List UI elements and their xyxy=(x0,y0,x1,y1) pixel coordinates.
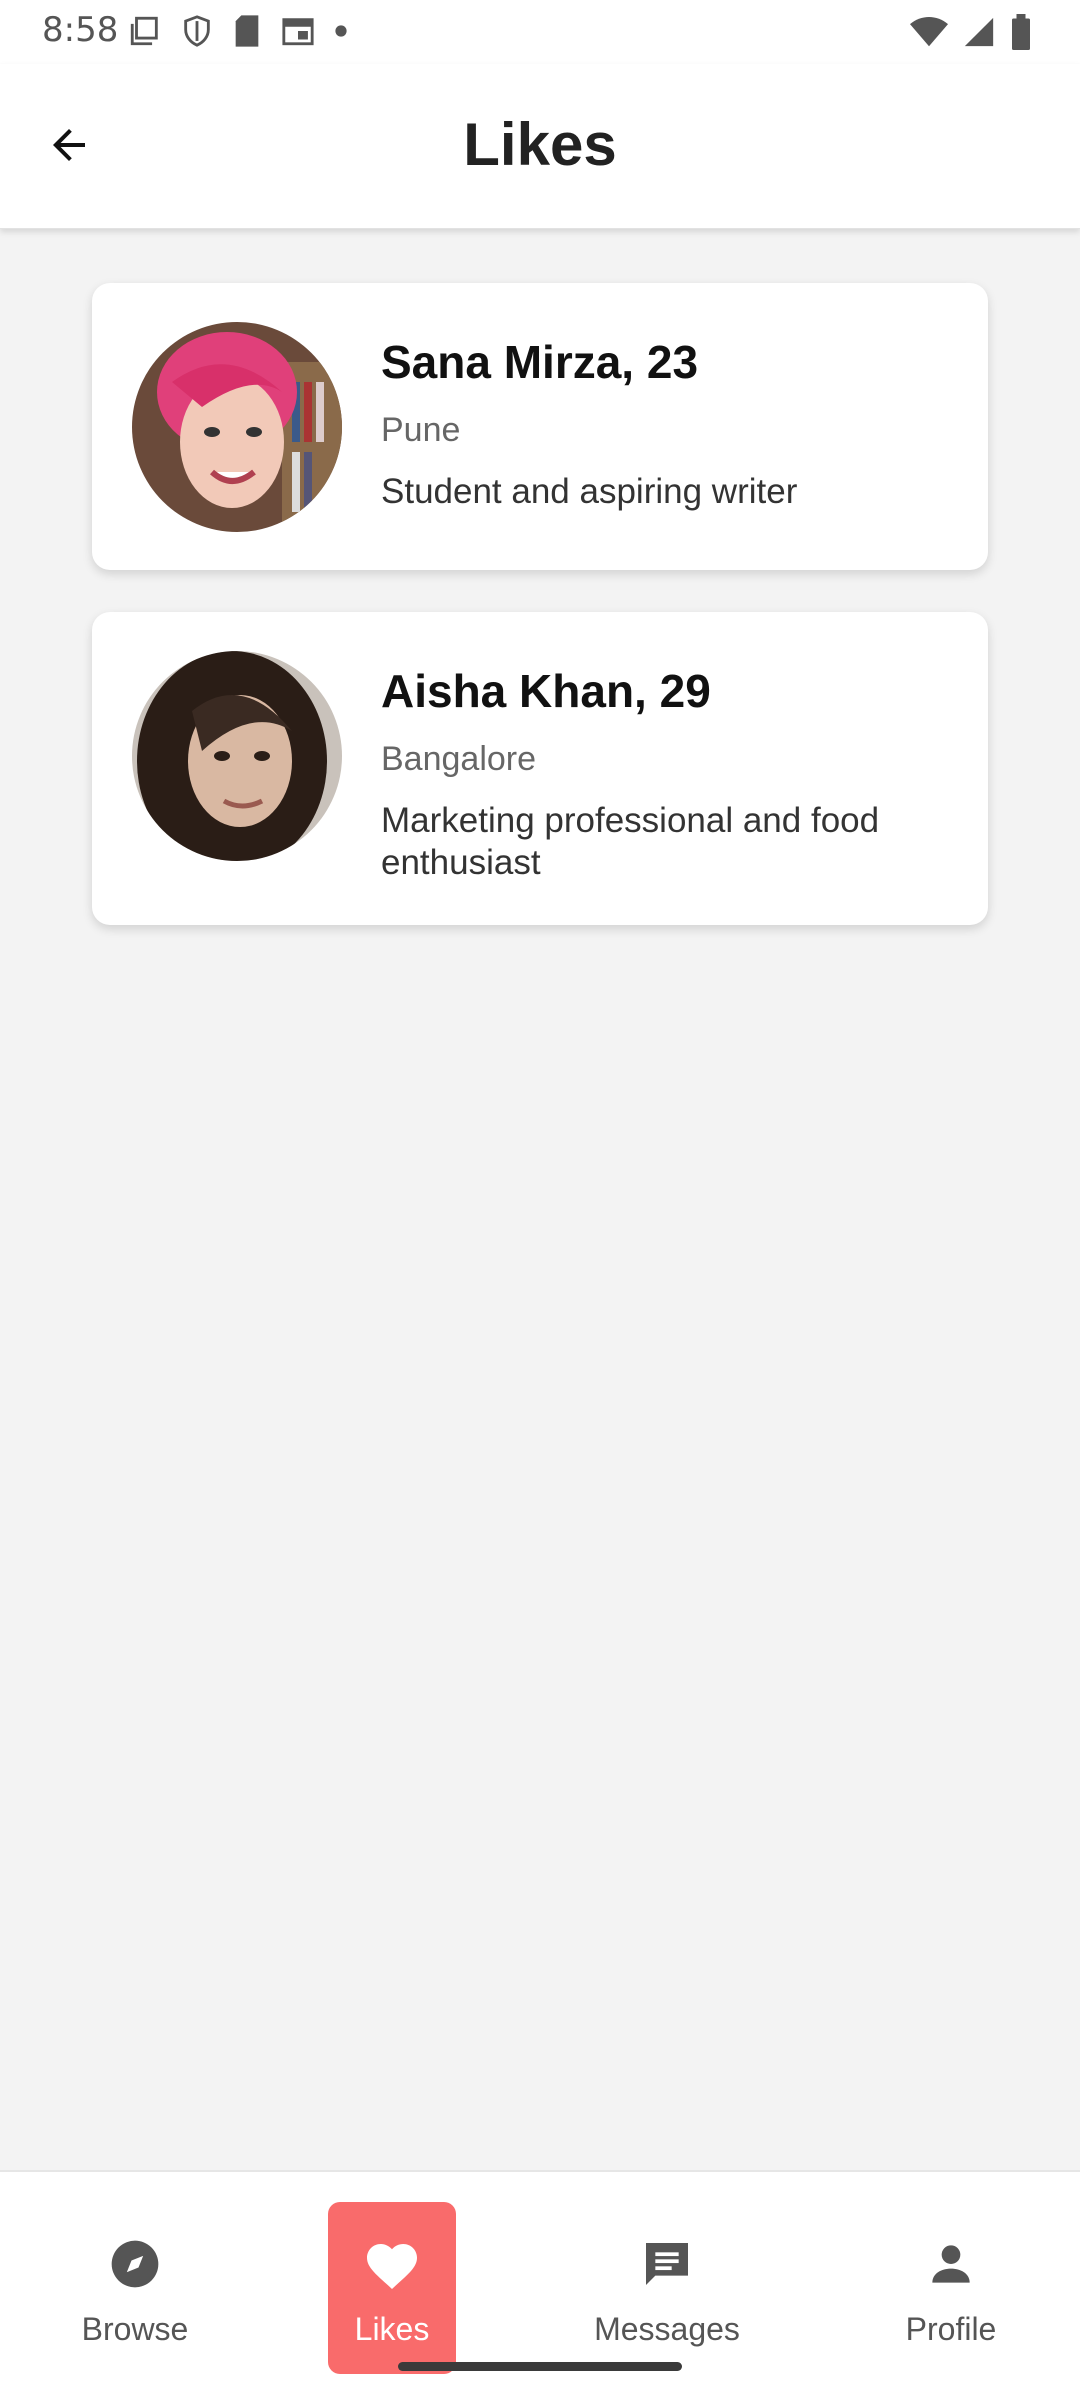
shield-icon xyxy=(180,14,214,53)
wifi-icon xyxy=(910,15,948,54)
profile-name: Sana Mirza, 23 xyxy=(381,336,699,388)
screenshot-icon xyxy=(128,14,162,53)
sd-card-icon xyxy=(232,14,262,53)
dot-icon xyxy=(334,14,348,53)
app-bar: Likes xyxy=(0,64,1080,229)
nav-browse[interactable]: Browse xyxy=(40,2202,230,2374)
profile-name: Aisha Khan, 29 xyxy=(381,665,711,717)
calendar-icon xyxy=(280,14,316,53)
avatar xyxy=(132,322,342,532)
nav-likes-label: Likes xyxy=(354,2311,430,2347)
nav-profile-label: Profile xyxy=(905,2311,997,2347)
profile-bio: Student and aspiring writer xyxy=(381,471,798,511)
nav-browse-label: Browse xyxy=(81,2311,189,2347)
profile-city: Pune xyxy=(381,411,461,450)
nav-messages-label: Messages xyxy=(594,2311,740,2347)
profile-bio: Marketing professional and food enthusia… xyxy=(381,800,880,882)
profile-city: Bangalore xyxy=(381,740,537,779)
signal-icon xyxy=(962,15,996,54)
like-card[interactable]: Sana Mirza, 23 Pune Student and aspiring… xyxy=(92,283,988,570)
nav-messages[interactable]: Messages xyxy=(572,2202,762,2374)
heart-icon xyxy=(362,2236,422,2297)
status-icons-left xyxy=(128,14,348,53)
nav-likes[interactable]: Likes xyxy=(328,2202,456,2374)
person-icon xyxy=(923,2236,979,2297)
chat-icon xyxy=(639,2236,695,2297)
nav-profile[interactable]: Profile xyxy=(856,2202,1046,2374)
status-bar: 8:58 xyxy=(0,0,1080,64)
compass-icon xyxy=(107,2236,163,2297)
status-icons-right xyxy=(910,14,1032,55)
battery-icon xyxy=(1010,14,1032,55)
status-time: 8:58 xyxy=(42,10,119,50)
avatar xyxy=(132,651,342,861)
page-title: Likes xyxy=(463,111,617,178)
like-card[interactable]: Aisha Khan, 29 Bangalore Marketing profe… xyxy=(92,612,988,925)
home-indicator[interactable] xyxy=(398,2362,682,2371)
